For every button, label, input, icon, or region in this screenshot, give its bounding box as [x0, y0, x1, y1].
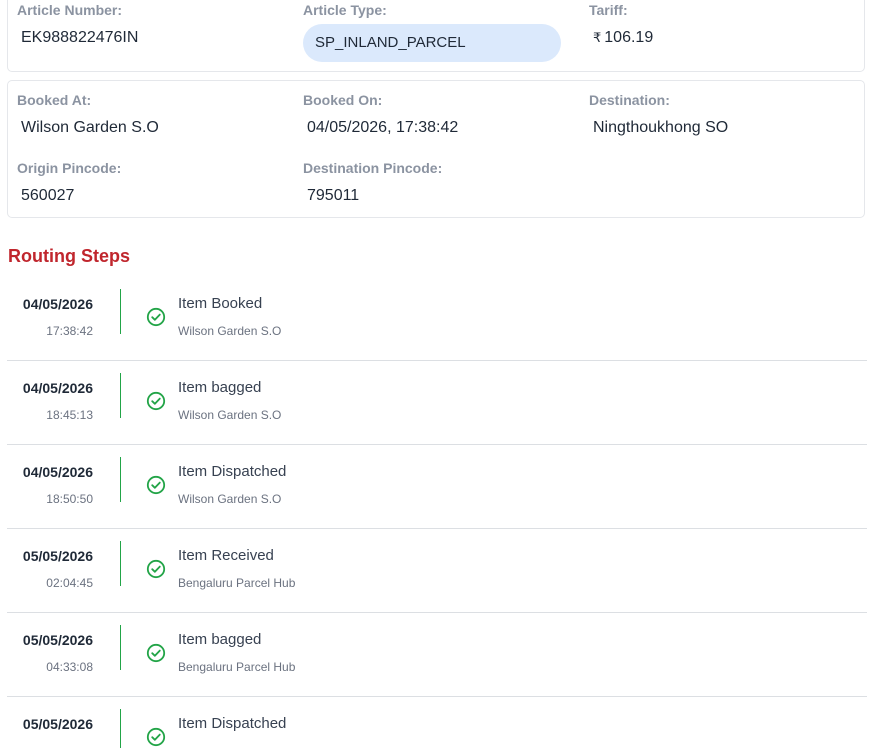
timeline-line	[120, 457, 121, 502]
routing-steps-title: Routing Steps	[8, 246, 130, 266]
tariff-value: ₹106.19	[593, 28, 653, 48]
tariff-field: Tariff: ₹106.19	[589, 2, 653, 48]
article-type-label: Article Type:	[303, 2, 387, 18]
step-date: 05/05/2026	[22, 716, 93, 732]
article-number-field: Article Number: EK988822476IN	[17, 2, 138, 48]
step-date: 05/05/2026	[22, 548, 93, 564]
step-date: 04/05/2026	[22, 464, 93, 480]
step-event: Item bagged	[178, 631, 262, 648]
step-office: Bengaluru Parcel Hub	[178, 576, 296, 590]
step-time: 18:45:13	[46, 408, 93, 422]
step-office: Wilson Garden S.O	[178, 324, 282, 338]
destination-pincode-label: Destination Pincode:	[303, 160, 443, 176]
booked-on-label: Booked On:	[303, 92, 383, 108]
tariff-amount: 106.19	[604, 29, 654, 46]
article-number-value[interactable]: EK988822476IN	[21, 28, 138, 48]
article-type-badge: SP_INLAND_PARCEL	[303, 24, 561, 62]
step-event: Item Booked	[178, 295, 263, 312]
routing-step: 04/05/2026 17:38:42 Item Booked Wilson G…	[7, 277, 867, 361]
origin-pincode-value: 560027	[21, 187, 75, 204]
booked-at-value: Wilson Garden S.O	[21, 119, 159, 136]
step-event: Item Received	[178, 547, 274, 564]
routing-step: 05/05/2026 04:33:08 Item bagged Bengalur…	[7, 613, 867, 697]
check-circle-icon	[146, 475, 166, 495]
step-date: 04/05/2026	[22, 296, 93, 312]
step-event: Item bagged	[178, 379, 262, 396]
routing-step: 05/05/2026 02:04:45 Item Received Bengal…	[7, 529, 867, 613]
check-circle-icon	[146, 559, 166, 579]
step-time: 02:04:45	[46, 576, 93, 590]
booked-on-field: Booked On: 04/05/2026, 17:38:42	[303, 92, 458, 138]
tracking-page: Article Number: EK988822476IN Article Ty…	[0, 0, 883, 748]
routing-step: 05/05/2026 Item Dispatched	[7, 697, 867, 748]
routing-step: 04/05/2026 18:45:13 Item bagged Wilson G…	[7, 361, 867, 445]
tariff-label: Tariff:	[589, 2, 628, 18]
origin-pincode-field: Origin Pincode: 560027	[17, 160, 121, 206]
step-office: Wilson Garden S.O	[178, 408, 282, 422]
step-date: 05/05/2026	[22, 632, 93, 648]
timeline-line	[120, 625, 121, 670]
booking-info-card: Booked At: Wilson Garden S.O Booked On: …	[7, 80, 865, 218]
routing-steps-list: 04/05/2026 17:38:42 Item Booked Wilson G…	[7, 277, 867, 748]
step-office: Wilson Garden S.O	[178, 492, 282, 506]
destination-pincode-field: Destination Pincode: 795011	[303, 160, 442, 206]
routing-step: 04/05/2026 18:50:50 Item Dispatched Wils…	[7, 445, 867, 529]
step-time: 04:33:08	[46, 660, 93, 674]
article-info-card: Article Number: EK988822476IN Article Ty…	[7, 0, 865, 72]
check-circle-icon	[146, 643, 166, 663]
check-circle-icon	[146, 391, 166, 411]
destination-field: Destination: Ningthoukhong SO	[589, 92, 728, 138]
step-date: 04/05/2026	[22, 380, 93, 396]
destination-value: Ningthoukhong SO	[593, 119, 729, 136]
destination-label: Destination:	[589, 92, 670, 108]
article-type-field: Article Type: SP_INLAND_PARCEL	[303, 2, 561, 62]
step-time: 17:38:42	[46, 324, 93, 338]
booked-at-label: Booked At:	[17, 92, 92, 108]
step-event: Item Dispatched	[178, 715, 287, 732]
timeline-line	[120, 373, 121, 418]
origin-pincode-label: Origin Pincode:	[17, 160, 122, 176]
booked-on-value: 04/05/2026, 17:38:42	[307, 119, 459, 136]
check-circle-icon	[146, 307, 166, 327]
step-event: Item Dispatched	[178, 463, 287, 480]
timeline-line	[120, 709, 121, 748]
booked-at-field: Booked At: Wilson Garden S.O	[17, 92, 159, 138]
article-number-label: Article Number:	[17, 2, 123, 18]
timeline-line	[120, 289, 121, 334]
rupee-icon: ₹	[593, 30, 602, 45]
check-circle-icon	[146, 727, 166, 747]
step-time: 18:50:50	[46, 492, 93, 506]
step-office: Bengaluru Parcel Hub	[178, 660, 296, 674]
timeline-line	[120, 541, 121, 586]
destination-pincode-value: 795011	[307, 187, 360, 204]
